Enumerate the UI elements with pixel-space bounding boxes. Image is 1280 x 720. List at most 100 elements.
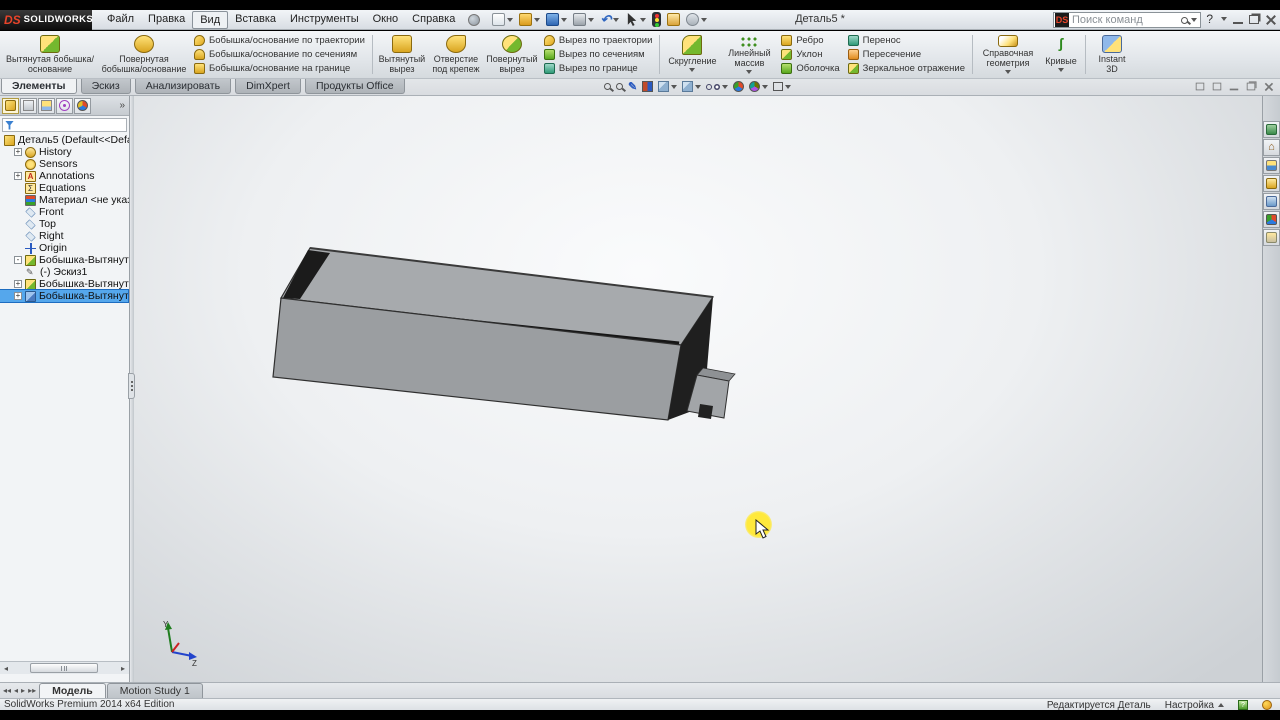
tree-root-part[interactable]: Деталь5 (Default<<Default>_Ph xyxy=(0,134,129,146)
chevron-down-icon[interactable] xyxy=(561,18,567,22)
display-manager-tab[interactable] xyxy=(74,98,91,114)
tab-dimxpert[interactable]: DimXpert xyxy=(235,79,301,94)
collapse-icon[interactable] xyxy=(14,256,22,264)
tree-item-equations[interactable]: Σ Equations xyxy=(0,182,129,194)
chevron-down-icon[interactable] xyxy=(1005,70,1011,74)
menu-window[interactable]: Окно xyxy=(366,11,406,29)
lofted-boss-button[interactable]: Бобышка/основание по сечениям xyxy=(194,48,365,61)
configuration-manager-tab[interactable] xyxy=(38,98,55,114)
feature-manager-tab[interactable] xyxy=(2,98,19,114)
expand-icon[interactable] xyxy=(14,280,22,288)
menu-insert[interactable]: Вставка xyxy=(228,11,283,29)
menu-tools[interactable]: Инструменты xyxy=(283,11,366,29)
part-model[interactable] xyxy=(134,96,1262,682)
revolved-boss-button[interactable]: Повернутая бобышка/основание xyxy=(98,33,190,76)
zoom-to-fit-icon[interactable] xyxy=(604,83,611,90)
chevron-down-icon[interactable] xyxy=(785,85,791,89)
command-search-box[interactable]: DS Поиск команд xyxy=(1053,12,1201,28)
tree-item-boss-extrude2[interactable]: Бобышка-Вытянуть2 xyxy=(0,278,129,290)
chevron-down-icon[interactable] xyxy=(534,18,540,22)
boundary-cut-button[interactable]: Вырез по границе xyxy=(544,62,652,75)
panel-more-chevron[interactable]: » xyxy=(119,100,127,111)
tab-features[interactable]: Элементы xyxy=(1,79,77,94)
swept-boss-button[interactable]: Бобышка/основание по траектории xyxy=(194,34,365,47)
tile-window-icon[interactable] xyxy=(1213,83,1222,91)
tree-item-sensors[interactable]: Sensors xyxy=(0,158,129,170)
tree-item-history[interactable]: History xyxy=(0,146,129,158)
tree-item-boss-extrude3-selected[interactable]: Бобышка-Вытянуть3 xyxy=(0,290,128,302)
next-tab-icon[interactable]: ▸ xyxy=(21,686,25,695)
chevron-down-icon[interactable] xyxy=(588,18,594,22)
restore-button[interactable] xyxy=(1249,15,1259,24)
tree-item-right-plane[interactable]: Right xyxy=(0,230,129,242)
chevron-down-icon[interactable] xyxy=(671,85,677,89)
print-button[interactable] xyxy=(571,12,596,28)
graphics-viewport[interactable]: Y Z xyxy=(134,96,1262,682)
lofted-cut-button[interactable]: Вырез по сечениям xyxy=(544,48,652,61)
expand-icon[interactable] xyxy=(14,148,22,156)
menu-view[interactable]: Вид xyxy=(192,11,228,29)
draft-button[interactable]: Уклон xyxy=(781,48,839,61)
hide-show-items-icon[interactable] xyxy=(706,84,728,90)
chevron-down-icon[interactable] xyxy=(507,18,513,22)
configuration-selector[interactable]: Настройка xyxy=(1165,700,1224,711)
chevron-down-icon[interactable] xyxy=(722,85,728,89)
chevron-down-icon[interactable] xyxy=(695,85,701,89)
rib-button[interactable]: Ребро xyxy=(781,34,839,47)
menu-help[interactable]: Справка xyxy=(405,11,462,29)
tree-filter-bar[interactable] xyxy=(2,118,127,132)
rebuild-button[interactable] xyxy=(650,12,663,28)
expand-icon[interactable] xyxy=(14,172,22,180)
revolved-cut-button[interactable]: Повернутый вырез xyxy=(484,33,540,76)
extruded-cut-button[interactable]: Вытянутый вырез xyxy=(376,33,428,76)
search-dropdown-icon[interactable] xyxy=(1191,18,1197,22)
chevron-down-icon[interactable] xyxy=(1058,68,1064,72)
motion-study-tab[interactable]: Motion Study 1 xyxy=(107,683,203,698)
tree-horizontal-scrollbar[interactable]: ◂ ▸ xyxy=(0,661,129,674)
select-button[interactable] xyxy=(623,12,648,28)
appearances-tab[interactable] xyxy=(1263,211,1280,228)
doc-restore-button[interactable] xyxy=(1247,83,1256,91)
chevron-down-icon[interactable] xyxy=(689,68,695,72)
scroll-left-icon[interactable]: ◂ xyxy=(0,662,12,674)
expand-icon[interactable] xyxy=(14,292,22,300)
property-manager-tab[interactable] xyxy=(20,98,37,114)
swept-cut-button[interactable]: Вырез по траектории xyxy=(544,34,652,47)
extruded-boss-button[interactable]: Вытянутая бобышка/основание xyxy=(2,33,98,76)
chevron-down-icon[interactable] xyxy=(762,85,768,89)
menu-file[interactable]: Файл xyxy=(100,11,141,29)
panel-collapse-handle[interactable] xyxy=(128,373,135,399)
reference-geometry-button[interactable]: Справочная геометрия xyxy=(976,33,1040,76)
doc-minimize-button[interactable] xyxy=(1230,83,1239,91)
last-tab-icon[interactable]: ▸▸ xyxy=(28,686,36,695)
doc-close-button[interactable] xyxy=(1264,82,1273,91)
view-palette-tab[interactable] xyxy=(1263,193,1280,210)
chevron-down-icon[interactable] xyxy=(640,18,646,22)
new-document-button[interactable] xyxy=(490,12,515,28)
section-view-icon[interactable] xyxy=(642,81,653,92)
prev-tab-icon[interactable]: ◂ xyxy=(14,686,18,695)
tags-icon[interactable]: ? xyxy=(1238,700,1248,710)
scroll-right-icon[interactable]: ▸ xyxy=(117,662,129,674)
help-button[interactable]: ? xyxy=(1206,12,1213,26)
file-properties-button[interactable] xyxy=(665,12,682,28)
wrap-button[interactable]: Перенос xyxy=(848,34,965,47)
search-input[interactable]: Поиск команд xyxy=(1072,14,1181,26)
options-button[interactable] xyxy=(684,12,709,28)
model-tab[interactable]: Модель xyxy=(39,683,106,698)
instant3d-button[interactable]: Instant 3D xyxy=(1089,33,1135,76)
pin-menu-icon[interactable] xyxy=(468,14,480,26)
help-dropdown-icon[interactable] xyxy=(1221,17,1227,21)
chevron-down-icon[interactable] xyxy=(701,18,707,22)
tree-item-top-plane[interactable]: Top xyxy=(0,218,129,230)
cascade-window-icon[interactable] xyxy=(1196,83,1205,91)
view-settings-icon[interactable] xyxy=(773,82,791,91)
save-button[interactable] xyxy=(544,12,569,28)
solidworks-resources-tab[interactable] xyxy=(1263,121,1280,138)
search-icon[interactable] xyxy=(1181,17,1188,24)
dimxpert-manager-tab[interactable] xyxy=(56,98,73,114)
open-button[interactable] xyxy=(517,12,542,28)
zoom-to-area-icon[interactable] xyxy=(616,83,623,90)
hole-wizard-button[interactable]: Отверстие под крепеж xyxy=(428,33,484,76)
home-tab[interactable]: ⌂ xyxy=(1263,139,1280,156)
